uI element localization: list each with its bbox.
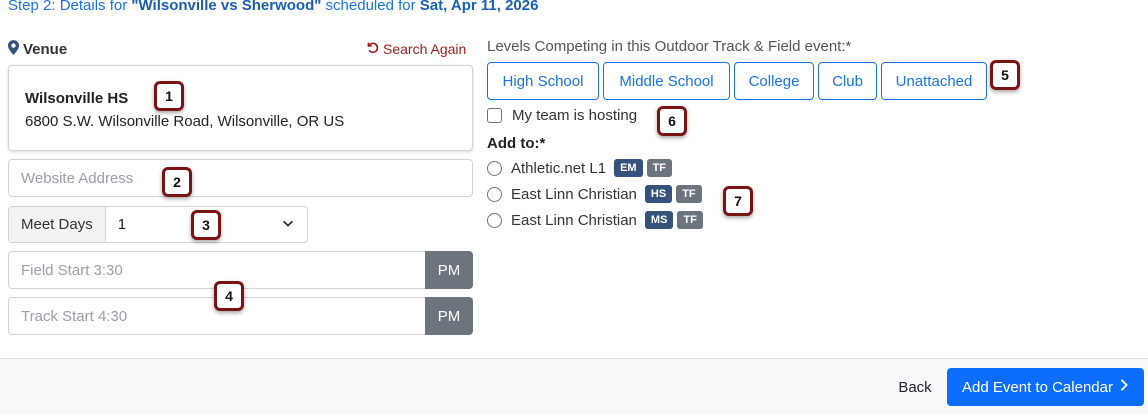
annotation-marker-7: 7 [723, 186, 753, 216]
level-unattached-button[interactable]: Unattached [881, 62, 987, 100]
add-to-radio[interactable] [487, 212, 502, 228]
venue-heading: Venue [8, 40, 67, 59]
venue-name: Wilsonville HS [25, 90, 129, 107]
annotation-marker-3: 3 [191, 210, 221, 240]
annotation-marker-2: 2 [162, 167, 192, 197]
add-event-button[interactable]: Add Event to Calendar [947, 368, 1144, 406]
undo-icon [366, 41, 379, 57]
event-name: "Wilsonville vs Sherwood" [131, 0, 322, 14]
step-title-middle: scheduled for [321, 0, 420, 14]
add-to-radio[interactable] [487, 186, 502, 202]
sport-badge: TF [676, 185, 702, 203]
sport-badge: TF [646, 159, 673, 177]
website-address-input[interactable]: Website Address [8, 159, 473, 197]
level-badge: MS [644, 211, 674, 229]
level-high-school-button[interactable]: High School [487, 62, 599, 100]
hosting-label: My team is hosting [512, 107, 638, 124]
add-to-option-label: East Linn Christian [511, 211, 637, 229]
meet-days-label: Meet Days [9, 207, 106, 242]
add-to-option[interactable]: East Linn Christian MS TF [487, 211, 703, 229]
venue-label: Venue [23, 41, 68, 58]
meet-days-group: Meet Days 1 [8, 206, 308, 243]
field-start-ampm-button[interactable]: PM [425, 251, 473, 289]
chevron-right-icon [1119, 378, 1129, 396]
annotation-marker-6: 6 [657, 106, 687, 136]
levels-button-group: High School Middle School College Club U… [487, 62, 987, 100]
track-start-ampm-button[interactable]: PM [425, 297, 473, 335]
add-to-label: Add to:* [487, 135, 546, 152]
level-middle-school-button[interactable]: Middle School [603, 62, 730, 100]
annotation-marker-4: 4 [214, 281, 244, 311]
add-to-option-label: Athletic.net L1 [511, 159, 607, 177]
level-badge: HS [644, 185, 673, 203]
annotation-marker-1: 1 [154, 81, 184, 111]
sport-badge: TF [677, 211, 703, 229]
search-again-link[interactable]: Search Again [366, 41, 466, 57]
meet-days-value: 1 [117, 216, 127, 233]
step-title: Step 2: Details for "Wilsonville vs Sher… [8, 0, 538, 14]
add-event-label: Add Event to Calendar [962, 378, 1113, 396]
add-to-radio[interactable] [487, 160, 502, 176]
map-marker-icon [8, 40, 19, 59]
search-again-label: Search Again [383, 41, 467, 57]
add-to-option-label: East Linn Christian [511, 185, 637, 203]
annotation-marker-5: 5 [990, 60, 1020, 90]
chevron-down-icon [281, 216, 295, 234]
hosting-checkbox-row[interactable]: My team is hosting [487, 107, 637, 124]
add-to-option[interactable]: Athletic.net L1 EM TF [487, 159, 673, 177]
event-date: Sat, Apr 11, 2026 [419, 0, 539, 14]
levels-label: Levels Competing in this Outdoor Track &… [487, 38, 852, 55]
level-college-button[interactable]: College [734, 62, 814, 100]
level-badge: EM [614, 159, 643, 177]
level-club-button[interactable]: Club [818, 62, 877, 100]
step-title-prefix: Step 2: Details for [8, 0, 132, 14]
back-button[interactable]: Back [888, 369, 942, 405]
hosting-checkbox[interactable] [487, 108, 502, 123]
venue-address: 6800 S.W. Wilsonville Road, Wilsonville,… [25, 113, 345, 130]
add-to-option[interactable]: East Linn Christian HS TF [487, 185, 702, 203]
venue-card: Wilsonville HS 6800 S.W. Wilsonville Roa… [8, 65, 473, 151]
